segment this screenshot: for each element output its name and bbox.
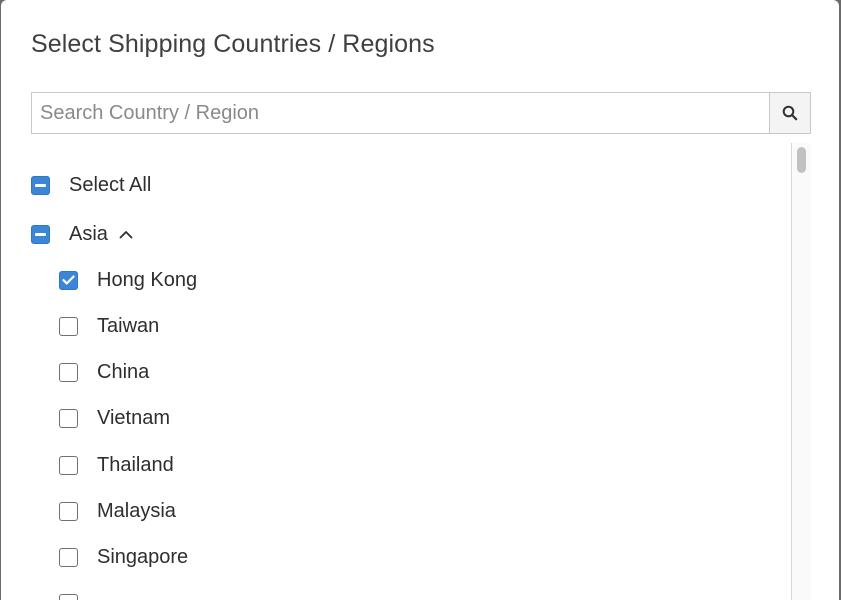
- country-tree: Select All Asia Hong Kong: [31, 143, 791, 600]
- search-icon: [782, 105, 798, 121]
- country-label-hong-kong: Hong Kong: [97, 269, 197, 292]
- checkmark-icon: [62, 275, 75, 285]
- select-all-label: Select All: [69, 174, 151, 197]
- country-label-vietnam: Vietnam: [97, 407, 170, 430]
- country-row-china[interactable]: China: [59, 357, 149, 387]
- minus-icon: [35, 233, 46, 236]
- country-label-taiwan: Taiwan: [97, 315, 159, 338]
- country-row-next[interactable]: [59, 588, 78, 600]
- country-label-malaysia: Malaysia: [97, 500, 176, 523]
- search-button[interactable]: [769, 93, 810, 133]
- country-checkbox-thailand[interactable]: [59, 456, 78, 475]
- country-checkbox-hong-kong[interactable]: [59, 271, 78, 290]
- dialog-title: Select Shipping Countries / Regions: [31, 30, 435, 59]
- shipping-countries-dialog: Select Shipping Countries / Regions Sele…: [1, 0, 839, 600]
- country-checkbox-next[interactable]: [59, 594, 78, 600]
- country-row-taiwan[interactable]: Taiwan: [59, 311, 159, 341]
- minus-icon: [35, 184, 46, 187]
- country-checkbox-vietnam[interactable]: [59, 409, 78, 428]
- list-scrollbar[interactable]: [791, 143, 811, 600]
- chevron-up-icon[interactable]: [119, 230, 133, 239]
- country-row-singapore[interactable]: Singapore: [59, 542, 188, 572]
- search-input[interactable]: [32, 93, 769, 133]
- country-checkbox-singapore[interactable]: [59, 548, 78, 567]
- group-row-asia[interactable]: Asia: [31, 219, 133, 249]
- search-box: [31, 92, 811, 134]
- group-checkbox-asia[interactable]: [31, 225, 50, 244]
- country-row-malaysia[interactable]: Malaysia: [59, 496, 176, 526]
- country-row-hong-kong[interactable]: Hong Kong: [59, 265, 197, 295]
- group-label-asia: Asia: [69, 223, 108, 246]
- country-label-thailand: Thailand: [97, 454, 174, 477]
- select-all-row[interactable]: Select All: [31, 170, 151, 200]
- select-all-checkbox[interactable]: [31, 176, 50, 195]
- scrollbar-thumb[interactable]: [797, 147, 806, 173]
- country-label-china: China: [97, 361, 149, 384]
- country-label-singapore: Singapore: [97, 546, 188, 569]
- country-row-thailand[interactable]: Thailand: [59, 450, 174, 480]
- country-row-vietnam[interactable]: Vietnam: [59, 403, 170, 433]
- country-checkbox-malaysia[interactable]: [59, 502, 78, 521]
- country-checkbox-taiwan[interactable]: [59, 317, 78, 336]
- country-checkbox-china[interactable]: [59, 363, 78, 382]
